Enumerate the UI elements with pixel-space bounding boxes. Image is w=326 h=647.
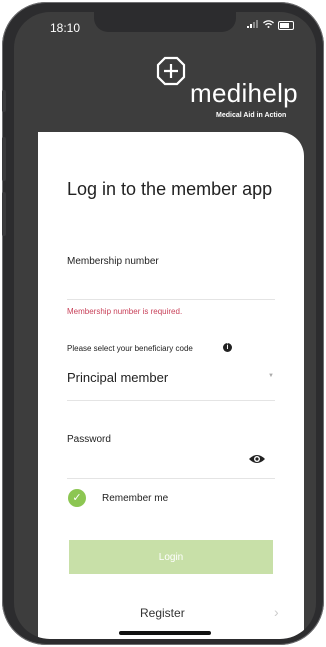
battery-icon (278, 21, 294, 30)
membership-number-error: Membership number is required. (67, 307, 183, 316)
info-icon[interactable]: i (223, 343, 232, 352)
membership-number-label: Membership number (67, 256, 159, 267)
notch (94, 12, 236, 32)
home-indicator[interactable] (119, 631, 211, 635)
beneficiary-code-label: Please select your beneficiary code (67, 344, 193, 353)
mute-switch (2, 90, 6, 112)
brand-logo: medihelp Medical Aid in Action (154, 54, 314, 132)
checkmark-icon[interactable]: ✓ (68, 489, 86, 507)
wifi-icon (263, 20, 274, 31)
chevron-right-icon[interactable]: › (274, 604, 279, 620)
status-time: 18:10 (50, 21, 81, 35)
membership-number-field[interactable] (67, 299, 275, 300)
volume-down-button (2, 192, 6, 236)
status-icons (247, 20, 294, 31)
phone-frame: 18:10 medihelp Medical Aid in Action Log… (2, 2, 324, 645)
app-screen: 18:10 medihelp Medical Aid in Action Log… (14, 12, 316, 639)
beneficiary-code-underline (67, 400, 275, 401)
signal-bars-icon (247, 20, 259, 31)
login-card: Log in to the member app Membership numb… (38, 132, 304, 639)
login-button[interactable]: Login (69, 540, 273, 574)
brand-name: medihelp (190, 78, 298, 108)
password-label: Password (67, 434, 111, 445)
brand-tagline: Medical Aid in Action (216, 112, 287, 119)
dropdown-caret-icon[interactable]: ▼ (268, 373, 274, 379)
remember-me-label[interactable]: Remember me (102, 493, 168, 504)
beneficiary-code-select[interactable]: Principal member (67, 370, 168, 385)
page-title: Log in to the member app (67, 179, 273, 199)
password-field[interactable] (67, 478, 275, 479)
medihelp-logo-mark (156, 56, 186, 86)
eye-icon[interactable] (248, 452, 266, 470)
volume-up-button (2, 137, 6, 181)
register-link[interactable]: Register (140, 606, 185, 620)
